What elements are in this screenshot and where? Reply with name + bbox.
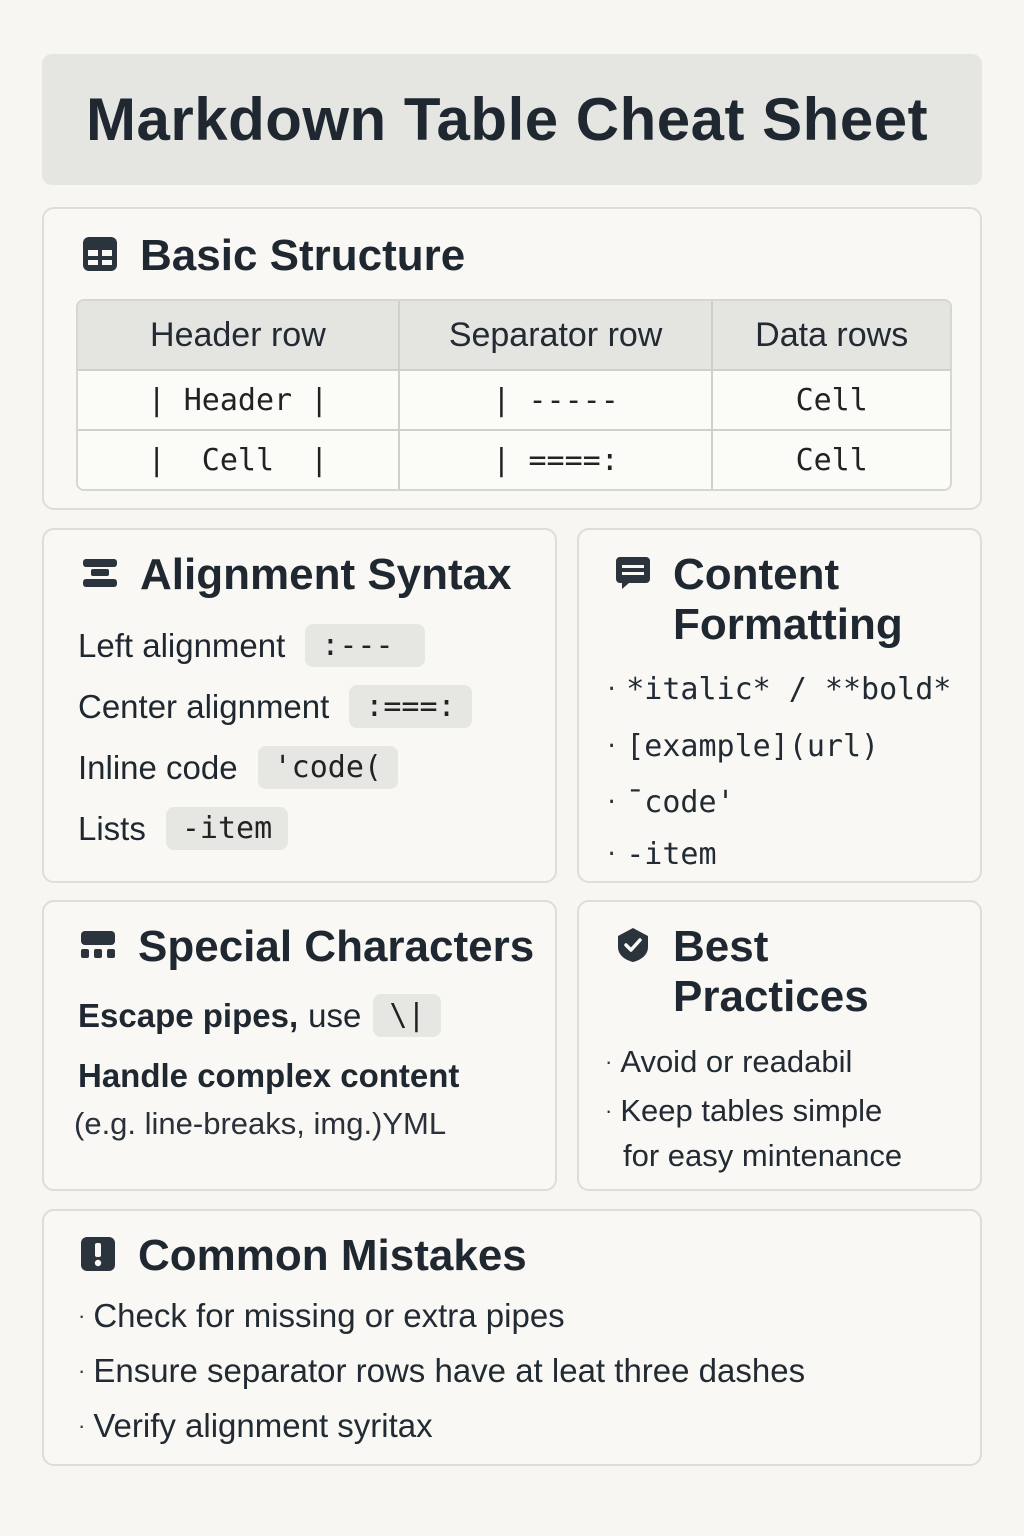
content-formatting-card: Content Formatting · *italic* / **bold* ·… <box>577 528 982 883</box>
check-shield-icon <box>618 928 648 962</box>
special-characters-heading: Special Characters <box>138 922 535 971</box>
alignment-card: Alignment Syntax Left alignment :--- Cen… <box>42 528 557 883</box>
alignment-label: Inline code <box>78 748 238 786</box>
alignment-item: Center alignment :===: <box>78 685 472 728</box>
alignment-header: Alignment Syntax <box>82 550 512 600</box>
code-chip: :===: <box>349 685 472 728</box>
table-row: | Header | | ----- Cell <box>78 371 950 431</box>
alignment-label: Lists <box>78 809 146 847</box>
list-item: · [example](url) <box>605 729 880 764</box>
list-item-text: *italic* / **bold* <box>626 672 952 707</box>
list-item-text: ¯code' <box>626 785 735 820</box>
table-cell: | ----- <box>399 371 714 431</box>
list-item: · *italic* / **bold* <box>605 672 952 707</box>
heading-line: Formatting <box>673 600 903 649</box>
exclamation-icon <box>81 1237 115 1271</box>
alignment-label: Center alignment <box>78 687 330 725</box>
list-item: · Verify alignment syritax <box>78 1407 433 1444</box>
list-item: · Check for missing or extra pipes <box>78 1297 565 1334</box>
content-formatting-heading: Content Formatting <box>673 550 903 650</box>
best-practices-heading: Best Practices <box>673 922 869 1022</box>
table-cell: Cell <box>713 431 950 489</box>
page-title: Markdown Table Cheat Sheet <box>86 86 929 153</box>
escape-pipes-row: Escape pipes, use \| <box>78 994 442 1037</box>
common-mistakes-heading: Common Mistakes <box>138 1231 527 1280</box>
heading-line: Content <box>673 550 840 599</box>
table-header-cell: Separator row <box>399 301 714 371</box>
structure-table: Header row Separator row Data rows | Hea… <box>76 299 952 491</box>
list-item: · Ensure separator rows have at leat thre… <box>78 1352 806 1389</box>
escape-label: Escape pipes, <box>78 996 299 1034</box>
heading-line: Best <box>673 922 769 971</box>
message-icon <box>616 557 650 589</box>
list-item: · -item <box>605 837 717 872</box>
alignment-label: Left alignment <box>78 626 286 664</box>
best-practices-header: Best Practices <box>615 922 869 1022</box>
table-icon <box>83 237 117 271</box>
table-cell: | ====: <box>399 431 714 489</box>
list-item: · ¯code' <box>605 785 735 820</box>
basic-structure-header: Basic Structure <box>82 231 465 281</box>
list-item-text: [example](url) <box>626 729 880 764</box>
alignment-item: Lists -item <box>78 807 289 850</box>
table-header-row: Header row Separator row Data rows <box>78 301 950 371</box>
list-item-text: Avoid or readabil <box>620 1044 853 1079</box>
code-chip: -item <box>165 807 289 850</box>
table-cell: | Header | <box>78 371 400 431</box>
special-characters-header: Special Characters <box>80 922 534 972</box>
list-item-text: Verify alignment syritax <box>93 1407 433 1444</box>
heading-line: Practices <box>673 972 869 1021</box>
escape-use-text: use <box>308 996 362 1034</box>
alignment-item: Left alignment :--- <box>78 624 426 667</box>
code-chip: 'code( <box>257 746 398 789</box>
common-mistakes-header: Common Mistakes <box>80 1231 527 1281</box>
list-item-text: Ensure separator rows have at leat three… <box>93 1352 806 1389</box>
code-chip: :--- <box>305 624 426 667</box>
content-formatting-header: Content Formatting <box>615 550 903 650</box>
table-row: | Cell | | ====: Cell <box>78 431 950 489</box>
basic-structure-card: Basic Structure Header row Separator row… <box>42 207 982 510</box>
keyboard-icon <box>81 931 115 958</box>
list-item-text: -item <box>626 837 717 872</box>
alignment-item: Inline code 'code( <box>78 746 398 789</box>
table-cell: Cell <box>713 371 950 431</box>
list-item-text: Check for missing or extra pipes <box>93 1297 565 1334</box>
basic-structure-heading: Basic Structure <box>140 231 466 280</box>
list-item-text: Keep tables simple <box>620 1093 883 1128</box>
list-item-continuation: for easy mintenance <box>623 1138 903 1173</box>
special-characters-card: Special Characters Escape pipes, use \| … <box>42 900 557 1191</box>
table-cell: | Cell | <box>78 431 400 489</box>
list-item: · Keep tables simple <box>605 1093 883 1128</box>
common-mistakes-card: Common Mistakes · Check for missing or ex… <box>42 1209 982 1466</box>
table-header-cell: Header row <box>78 301 400 371</box>
table-header-cell: Data rows <box>713 301 950 371</box>
title-banner: Markdown Table Cheat Sheet <box>42 54 982 185</box>
align-icon <box>83 559 117 587</box>
complex-content-label: Handle complex content <box>78 1057 460 1094</box>
best-practices-card: Best Practices · Avoid or readabil · Keep … <box>577 900 982 1191</box>
complex-content-note: (e.g. line-breaks, img.)YML <box>74 1106 447 1141</box>
code-chip: \| <box>373 994 442 1037</box>
list-item: · Avoid or readabil <box>605 1044 853 1079</box>
alignment-heading: Alignment Syntax <box>140 550 512 599</box>
